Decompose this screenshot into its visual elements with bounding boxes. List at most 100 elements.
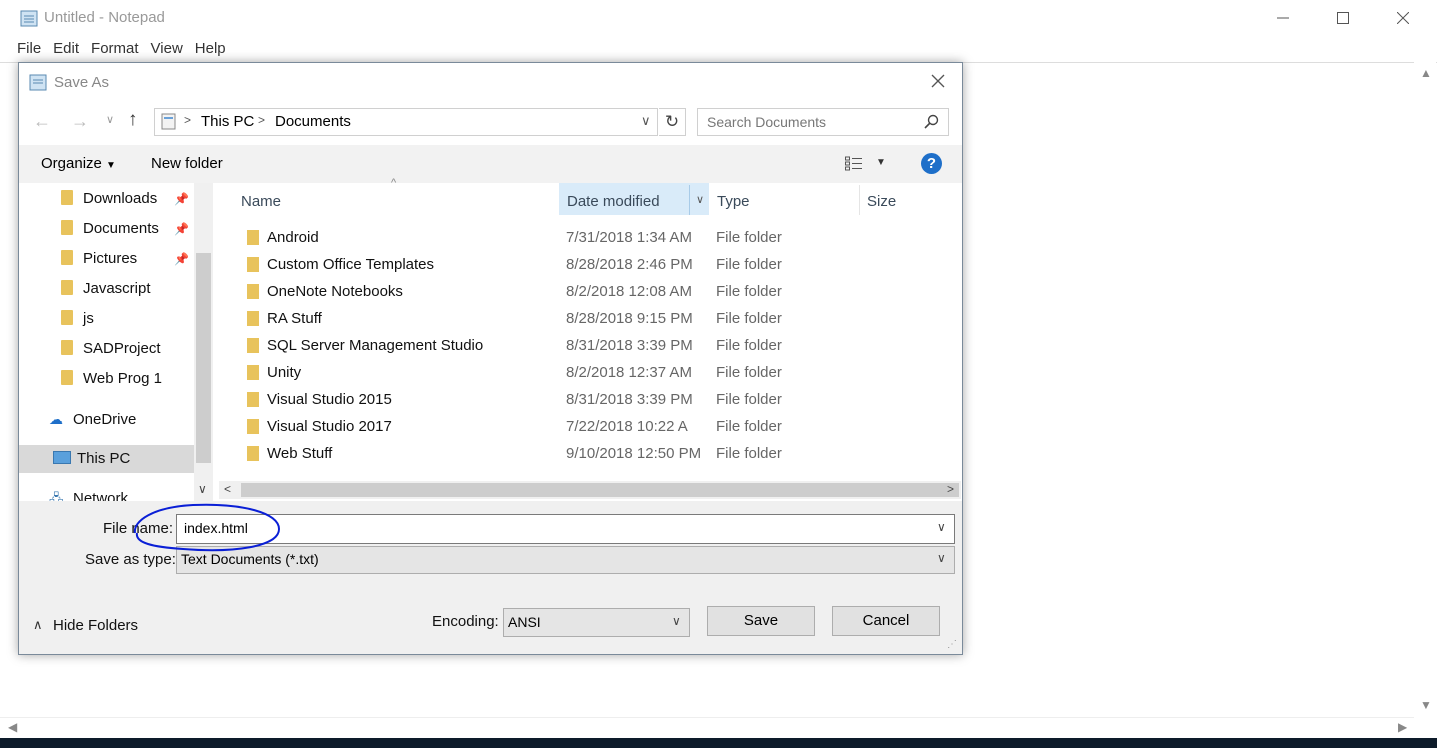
nav-item-web-prog-1[interactable]: Web Prog 1 — [61, 365, 162, 393]
file-type: File folder — [716, 445, 782, 462]
file-row[interactable]: SQL Server Management Studio 8/31/2018 3:… — [239, 332, 959, 359]
file-name-input[interactable]: index.html ∨ — [176, 514, 955, 544]
vertical-scrollbar[interactable]: ▲ ▼ — [1414, 62, 1436, 717]
file-row[interactable]: Android 7/31/2018 1:34 AM File folder — [239, 224, 959, 251]
address-bar[interactable]: > This PC > Documents ∨ — [154, 108, 658, 136]
nav-item-pictures[interactable]: Pictures 📌 — [61, 245, 191, 273]
scroll-down-icon[interactable]: ▼ — [1420, 698, 1432, 712]
close-dialog-button[interactable] — [931, 71, 945, 94]
file-name: Android — [267, 229, 319, 246]
file-type: File folder — [716, 364, 782, 381]
pin-icon[interactable]: 📌 — [174, 185, 189, 213]
menu-edit[interactable]: Edit — [47, 38, 85, 60]
column-header-size[interactable]: Size — [867, 188, 896, 216]
save-button[interactable]: Save — [707, 606, 815, 636]
file-row[interactable]: Web Stuff 9/10/2018 12:50 PM File folder — [239, 440, 959, 467]
refresh-button[interactable]: ↻ — [659, 108, 686, 136]
nav-item-downloads[interactable]: Downloads 📌 — [61, 185, 191, 213]
nav-item-sadproject[interactable]: SADProject — [61, 335, 161, 363]
file-row[interactable]: RA Stuff 8/28/2018 9:15 PM File folder — [239, 305, 959, 332]
menu-help[interactable]: Help — [189, 38, 232, 60]
scroll-right-icon[interactable]: ▶ — [1398, 720, 1407, 734]
menu-view[interactable]: View — [145, 38, 189, 60]
scroll-right-icon[interactable]: > — [947, 482, 954, 496]
horizontal-scrollbar[interactable]: ◀ ▶ — [0, 717, 1414, 738]
file-date: 8/31/2018 3:39 PM — [566, 337, 693, 354]
address-dropdown-icon[interactable]: ∨ — [641, 113, 651, 129]
view-dropdown-icon[interactable]: ▼ — [876, 157, 886, 168]
folder-icon — [247, 230, 259, 245]
forward-arrow-icon[interactable]: → — [71, 111, 89, 132]
help-icon[interactable]: ? — [921, 153, 942, 174]
organize-dropdown-icon: ▼ — [106, 160, 116, 171]
scroll-left-icon[interactable]: < — [224, 482, 231, 496]
file-type: File folder — [716, 310, 782, 327]
back-arrow-icon[interactable]: ← — [33, 111, 51, 132]
menu-format[interactable]: Format — [85, 38, 145, 60]
nav-item-onedrive[interactable]: ☁ OneDrive — [49, 405, 136, 433]
nav-label: This PC — [77, 450, 131, 467]
nav-item-network[interactable]: 🖧 Network — [49, 485, 128, 501]
view-options-icon[interactable] — [845, 156, 863, 172]
menu-file[interactable]: File — [0, 38, 47, 60]
file-date: 7/22/2018 10:22 A — [566, 418, 688, 435]
nav-label: Pictures — [83, 250, 138, 267]
close-window-button[interactable] — [1380, 0, 1426, 36]
nav-label: Network — [73, 490, 129, 501]
chevron-up-icon[interactable]: ∧ — [33, 617, 43, 633]
pin-icon[interactable]: 📌 — [174, 215, 189, 243]
file-type: File folder — [716, 337, 782, 354]
save-as-type-select[interactable]: Text Documents (*.txt) ∨ — [176, 546, 955, 574]
file-type: File folder — [716, 229, 782, 246]
nav-item-javascript[interactable]: Javascript — [61, 275, 151, 303]
downloads-folder-icon — [61, 189, 73, 205]
file-date: 8/2/2018 12:08 AM — [566, 283, 692, 300]
file-row[interactable]: OneNote Notebooks 8/2/2018 12:08 AM File f… — [239, 278, 959, 305]
search-input[interactable]: Search Documents — [697, 108, 949, 136]
folder-icon — [61, 369, 73, 385]
resize-grip-icon[interactable]: ⋰ — [947, 639, 957, 650]
file-date: 9/10/2018 12:50 PM — [566, 445, 702, 462]
pin-icon[interactable]: 📌 — [174, 245, 189, 273]
scroll-left-icon[interactable]: ◀ — [8, 720, 17, 734]
organize-button[interactable]: Organize ▼ — [41, 155, 116, 172]
nav-item-documents[interactable]: Documents 📌 — [61, 215, 191, 243]
cancel-button[interactable]: Cancel — [832, 606, 940, 636]
scroll-up-icon[interactable]: ▲ — [1420, 66, 1432, 80]
column-filter-dropdown-icon[interactable]: ∨ — [689, 185, 710, 215]
search-icon[interactable] — [924, 114, 940, 130]
new-folder-button[interactable]: New folder — [151, 155, 223, 172]
nav-scroll-down-icon[interactable]: ∨ — [198, 482, 207, 496]
nav-item-js[interactable]: js — [61, 305, 94, 333]
column-header-type[interactable]: Type — [717, 188, 750, 216]
minimize-button[interactable] — [1260, 0, 1306, 36]
maximize-button[interactable] — [1320, 0, 1366, 36]
file-name-dropdown-icon[interactable]: ∨ — [937, 520, 946, 534]
computer-icon — [53, 450, 71, 464]
column-header-name[interactable]: Name — [241, 188, 281, 216]
file-name: Visual Studio 2015 — [267, 391, 392, 408]
save-as-type-value: Text Documents (*.txt) — [181, 551, 319, 567]
navigation-scroll-thumb[interactable] — [196, 253, 211, 463]
encoding-label: Encoding: — [432, 613, 499, 630]
column-header-date-modified[interactable]: Date modified — [567, 188, 660, 216]
nav-item-this-pc[interactable]: This PC — [19, 445, 194, 473]
annotation-circle — [133, 503, 281, 552]
notepad-icon — [29, 74, 47, 91]
file-list-scroll-thumb[interactable] — [241, 483, 959, 497]
file-row[interactable]: Visual Studio 2017 7/22/2018 10:22 A File … — [239, 413, 959, 440]
recent-dropdown-icon[interactable]: ∨ — [106, 113, 114, 126]
breadcrumb-this-pc[interactable]: This PC — [201, 113, 254, 130]
breadcrumb-documents[interactable]: Documents — [275, 113, 351, 130]
nav-label: Javascript — [83, 280, 151, 297]
hide-folders-button[interactable]: Hide Folders — [53, 617, 138, 634]
up-arrow-icon[interactable]: ↑ — [128, 109, 138, 131]
file-row[interactable]: Custom Office Templates 8/28/2018 2:46 PM… — [239, 251, 959, 278]
file-type: File folder — [716, 391, 782, 408]
encoding-select[interactable]: ANSI ∨ — [503, 608, 690, 637]
file-row[interactable]: Visual Studio 2015 8/31/2018 3:39 PM File … — [239, 386, 959, 413]
file-date: 8/31/2018 3:39 PM — [566, 391, 693, 408]
window-title: Untitled - Notepad — [44, 9, 165, 26]
encoding-dropdown-icon: ∨ — [672, 614, 681, 628]
file-row[interactable]: Unity 8/2/2018 12:37 AM File folder — [239, 359, 959, 386]
